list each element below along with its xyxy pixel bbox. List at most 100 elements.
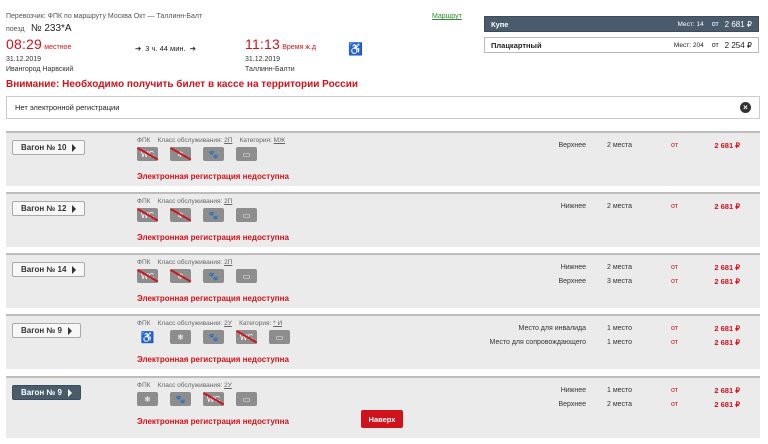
seat-count: 1 место (607, 338, 633, 346)
scroll-top-button[interactable]: Наверх (361, 410, 403, 428)
car-class[interactable]: 2П (224, 198, 232, 205)
car-meta: ФПК Класс обслуживания: 2У Категория: * … (137, 320, 282, 327)
car-category[interactable]: МЖ (274, 137, 285, 144)
seat-row: Верхнее 2 места от 2 681 ₽ (446, 398, 746, 410)
no-registration-text: Электронная регистрация недоступна (137, 294, 289, 303)
snowflake-icon: ❄ (170, 208, 191, 222)
play-icon (72, 204, 77, 213)
linen-icon: ▭ (236, 147, 257, 161)
car-class-label: Класс обслуживания: (157, 320, 223, 327)
close-icon[interactable]: × (740, 102, 751, 113)
departure-date: 31.12.2019 (6, 56, 42, 63)
snowflake-icon: ❄ (170, 147, 191, 161)
linen-icon: ▭ (236, 392, 257, 406)
departure-time: 08:29 (6, 36, 43, 52)
car-button[interactable]: Вагон № 14 (12, 262, 86, 277)
seat-row: Нижнее 2 места от 2 681 ₽ (446, 261, 746, 273)
car-button-label: Вагон № 10 (21, 143, 67, 152)
wc-icon: WC (137, 269, 158, 283)
wheelchair-icon: ♿ (140, 331, 155, 344)
route-link[interactable]: Маршрут (432, 13, 462, 20)
snowflake-icon: ❄ (170, 269, 191, 283)
seat-type: Нижнее (560, 263, 586, 271)
seat-price: 2 681 ₽ (714, 337, 740, 347)
car-category-label: Категория: (239, 320, 272, 327)
wc-icon: WC (236, 330, 257, 344)
car-button-label: Вагон № 9 (21, 388, 62, 397)
seat-row: Место для сопровождающего 1 место от 2 6… (446, 336, 746, 348)
car-amenities: ❄ 🐾 WC ▭ (137, 392, 257, 406)
seat-row: Нижнее 1 место от 2 681 ₽ (446, 384, 746, 396)
car-button[interactable]: Вагон № 12 (12, 201, 86, 216)
seat-type: Нижнее (560, 202, 586, 210)
linen-icon: ▭ (236, 269, 257, 283)
seat-from: от (671, 202, 678, 210)
car-class-label: Класс обслуживания: (157, 137, 223, 144)
car-class[interactable]: 2П (224, 137, 232, 144)
car-class-label: Класс обслуживания: (157, 382, 223, 389)
class-option-kupe[interactable]: Купе Мест: 14 от 2 681 ₽ (484, 16, 759, 32)
car-carrier: ФПК (137, 259, 151, 266)
class-free-seats: Мест: 14 (677, 20, 704, 28)
seat-from: от (671, 141, 678, 149)
seat-type: Верхнее (558, 277, 586, 285)
wc-icon: WC (137, 208, 158, 222)
seat-count: 1 место (607, 324, 633, 332)
no-registration-text: Электронная регистрация недоступна (137, 417, 289, 426)
train-number: № 233*А (30, 23, 72, 34)
car-meta: ФПК Класс обслуживания: 2П (137, 259, 232, 266)
class-option-platskart[interactable]: Плацкартный Мест: 204 от 2 254 ₽ (484, 37, 759, 53)
car-carrier: ФПК (137, 198, 151, 205)
car-meta: ФПК Класс обслуживания: 2П Категория: МЖ (137, 137, 285, 144)
seat-from: от (671, 263, 678, 271)
train-number-line: поезд № 233*А (6, 23, 72, 34)
car-class[interactable]: 2У (224, 382, 232, 389)
seat-from: от (671, 324, 678, 332)
car-button[interactable]: Вагон № 10 (12, 140, 86, 155)
car-category-label: Категория: (239, 137, 272, 144)
car-category[interactable]: * И (273, 320, 282, 327)
arrow-right-icon: ➔ (135, 44, 142, 53)
arrival-time: 11:13 (245, 36, 280, 52)
arrival-tz: Время ж.д (282, 44, 316, 51)
seat-type: Место для инвалида (518, 324, 586, 332)
seat-row: Место для инвалида 1 место от 2 681 ₽ (446, 322, 746, 334)
car-button-label: Вагон № 12 (21, 204, 67, 213)
duration: 3 ч. 44 мин. (145, 44, 186, 53)
linen-icon: ▭ (236, 208, 257, 222)
seat-price: 2 681 ₽ (714, 262, 740, 272)
registration-notice-text: Нет электронной регистрации (15, 103, 120, 112)
seat-row: Нижнее 2 места от 2 681 ₽ (446, 200, 746, 212)
car-button[interactable]: Вагон № 9 (12, 323, 81, 338)
car-button[interactable]: Вагон № 9 (12, 385, 81, 400)
paw-icon: 🐾 (203, 208, 224, 222)
seat-from: от (671, 400, 678, 408)
car-row: Вагон № 14 ФПК Класс обслуживания: 2П WC… (6, 253, 760, 308)
car-row: Вагон № 9 ФПК Класс обслуживания: 2У ❄ 🐾… (6, 376, 760, 438)
seat-from: от (671, 386, 678, 394)
car-carrier: ФПК (137, 137, 151, 144)
seat-type: Место для сопровождающего (489, 338, 586, 346)
car-class[interactable]: 2П (224, 259, 232, 266)
car-button-label: Вагон № 14 (21, 265, 67, 274)
car-class[interactable]: 2У (224, 320, 232, 327)
car-carrier: ФПК (137, 382, 151, 389)
play-icon (67, 326, 72, 335)
duration-block: ➔ 3 ч. 44 мин. ➔ (135, 44, 196, 53)
class-name: Купе (491, 19, 509, 29)
no-registration-text: Электронная регистрация недоступна (137, 355, 289, 364)
class-free-seats: Мест: 204 (673, 41, 704, 49)
departure-time-block: 08:29 местное (6, 36, 71, 52)
seat-from: от (671, 277, 678, 285)
paw-icon: 🐾 (203, 269, 224, 283)
class-name: Плацкартный (491, 40, 542, 50)
car-class-label: Класс обслуживания: (157, 259, 223, 266)
car-button-label: Вагон № 9 (21, 326, 62, 335)
seat-count: 3 места (607, 277, 633, 285)
seat-count: 2 места (607, 263, 633, 271)
seat-type: Верхнее (558, 141, 586, 149)
departure-station: Ивангород Нарвский (6, 66, 74, 73)
class-price: 2 254 ₽ (724, 40, 752, 50)
car-amenities: ♿ ❄ 🐾 WC ▭ (137, 330, 290, 344)
car-amenities: WC ❄ 🐾 ▭ (137, 147, 257, 161)
